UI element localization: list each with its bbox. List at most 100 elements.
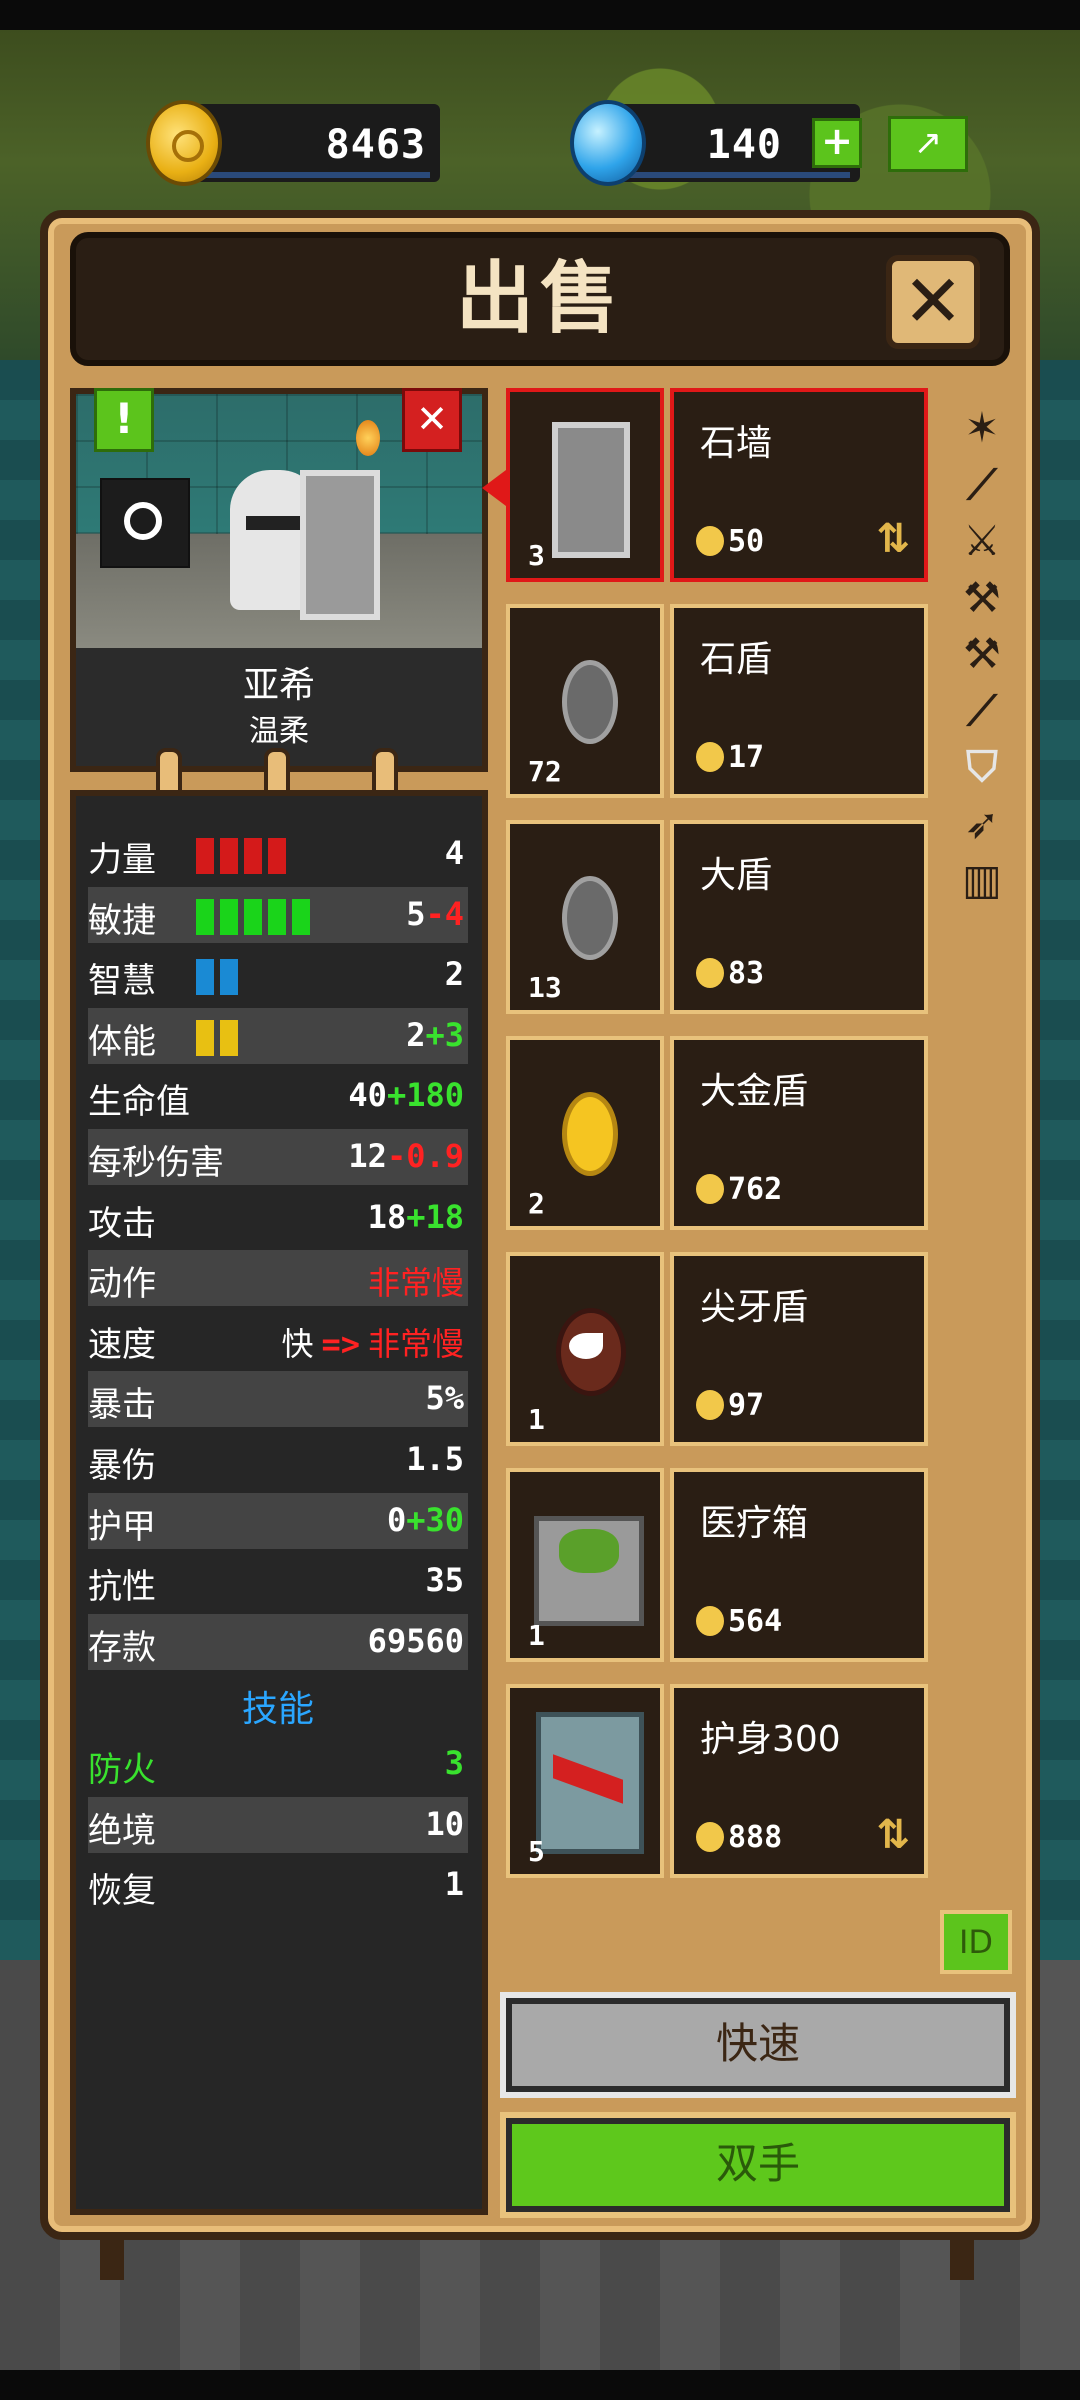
item-name: 石墙 — [700, 423, 773, 464]
item-name: 大金盾 — [700, 1071, 809, 1112]
item-price: 97 — [728, 1388, 765, 1423]
item-thumbnail[interactable]: 5 — [506, 1684, 664, 1878]
item-row[interactable]: 1 医疗箱 564 — [506, 1468, 928, 1662]
item-info[interactable]: 石墙 50 ⇅ — [670, 388, 928, 582]
item-row[interactable]: 2 大金盾 762 — [506, 1036, 928, 1230]
item-quantity: 2 — [528, 1187, 545, 1220]
item-info[interactable]: 医疗箱 564 — [670, 1468, 928, 1662]
shield-icon[interactable]: ⛉ — [956, 741, 1008, 793]
gold-shield-icon — [562, 1092, 618, 1176]
axe-icon[interactable]: ⚒ — [956, 572, 1008, 624]
stat-label: 力量 — [88, 840, 156, 880]
nav-bar-background — [0, 2370, 1080, 2400]
item-name: 石盾 — [700, 639, 773, 680]
stat-label: 暴伤 — [88, 1446, 156, 1486]
panel-leg-left — [100, 2240, 124, 2280]
stat-bar-segment — [292, 898, 310, 935]
selection-arrow — [482, 470, 506, 506]
stat-modifier: -0.9 — [386, 1137, 464, 1175]
stat-label: 体能 — [88, 1021, 156, 1062]
item-row[interactable]: 1 尖牙盾 97 — [506, 1252, 928, 1446]
item-info[interactable]: 大金盾 762 — [670, 1036, 928, 1230]
item-row[interactable]: 13 大盾 83 — [506, 820, 928, 1014]
item-row[interactable]: 5 护身300 888 ⇅ — [506, 1684, 928, 1878]
item-quantity: 3 — [528, 539, 545, 572]
stat-row: 力量 4 — [88, 826, 468, 882]
stat-bar-segment — [244, 898, 262, 935]
hammer-icon[interactable]: ⚒ — [956, 628, 1008, 680]
stat-modifier: +30 — [406, 1500, 464, 1539]
two-handed-button[interactable]: 双手 — [506, 2118, 1010, 2212]
stat-base-value: 0 — [386, 1500, 407, 1539]
stat-row: 存款 69560 — [88, 1613, 468, 1670]
item-thumbnail[interactable]: 13 — [506, 820, 664, 1014]
stat-base-value: 1.5 — [406, 1440, 464, 1478]
item-price: 50 — [728, 524, 765, 559]
stat-value: 35 — [425, 1561, 464, 1599]
stat-bar-segment — [220, 1019, 238, 1056]
stat-row: 生命值 40+180 — [88, 1068, 468, 1124]
dagger-icon[interactable]: ⟋ — [956, 459, 1008, 511]
swap-icon[interactable]: ⇅ — [876, 516, 910, 562]
skill-row[interactable]: 恢复 1 — [88, 1857, 468, 1913]
item-price: 564 — [728, 1604, 783, 1639]
item-info[interactable]: 大盾 83 — [670, 820, 928, 1014]
skill-row[interactable]: 防火 3 — [88, 1736, 468, 1792]
coin-bar: 8463 — [186, 104, 440, 182]
stat-base-value: 5 — [406, 894, 426, 933]
quick-sell-button[interactable]: 快速 — [506, 1998, 1010, 2092]
share-button[interactable]: ↗ — [888, 116, 968, 172]
add-gems-button[interactable]: + — [812, 118, 862, 168]
swap-icon[interactable]: ⇅ — [876, 1812, 910, 1858]
item-thumbnail[interactable]: 2 — [506, 1036, 664, 1230]
stat-base-value: 非常慢 — [367, 1264, 464, 1303]
stat-label: 护甲 — [88, 1506, 156, 1547]
item-quantity: 1 — [528, 1619, 545, 1652]
item-name: 医疗箱 — [700, 1503, 809, 1544]
item-row[interactable]: 3 石墙 50 ⇅ — [506, 388, 928, 582]
panel-leg-right — [950, 2240, 974, 2280]
stat-value: 12-0.9 — [348, 1137, 464, 1175]
skill-label: 恢复 — [88, 1871, 156, 1912]
alert-badge[interactable]: ! — [94, 388, 154, 452]
item-info[interactable]: 尖牙盾 97 — [670, 1252, 928, 1446]
stat-value: 5% — [425, 1379, 464, 1417]
item-row[interactable]: 72 石盾 17 — [506, 604, 928, 798]
bow-icon[interactable]: ➶ — [956, 798, 1008, 850]
item-thumbnail[interactable]: 3 — [506, 388, 664, 582]
chest-icon[interactable]: ▥ — [956, 854, 1008, 906]
stat-value: 69560 — [368, 1622, 464, 1660]
stat-label: 敏捷 — [88, 900, 156, 941]
item-thumbnail[interactable]: 1 — [506, 1468, 664, 1662]
id-toggle-button[interactable]: ID — [940, 1910, 1012, 1974]
item-thumbnail[interactable]: 1 — [506, 1252, 664, 1446]
item-info[interactable]: 护身300 888 ⇅ — [670, 1684, 928, 1878]
sword-icon[interactable]: ⚔ — [956, 515, 1008, 567]
item-info[interactable]: 石盾 17 — [670, 604, 928, 798]
crossbow-icon[interactable]: ✶ — [956, 402, 1008, 454]
skill-label: 绝境 — [88, 1810, 156, 1851]
stat-base-value: 快 — [281, 1324, 314, 1363]
close-button[interactable]: ✕ — [886, 255, 980, 349]
stat-base-value: 2 — [406, 1015, 426, 1054]
stat-label: 抗性 — [88, 1567, 156, 1608]
stat-bars — [196, 838, 292, 874]
stat-modifier: -4 — [425, 894, 464, 933]
stat-bar-segment — [220, 959, 238, 996]
stat-value: 1.5 — [406, 1440, 464, 1478]
item-thumbnail[interactable]: 72 — [506, 604, 664, 798]
spear-icon[interactable]: ⟋ — [956, 685, 1008, 737]
coin-amount: 8463 — [325, 122, 426, 168]
item-name: 大盾 — [700, 855, 773, 896]
dismiss-hero-button[interactable]: ✕ — [402, 388, 462, 452]
skill-row[interactable]: 绝境 10 — [88, 1796, 468, 1853]
coin-icon — [696, 958, 724, 988]
coin-icon — [696, 742, 724, 772]
stat-bars — [196, 1019, 244, 1056]
stat-value: 40+180 — [348, 1076, 464, 1114]
stat-row: 动作 非常慢 — [88, 1250, 468, 1307]
stat-modifier: +18 — [406, 1197, 464, 1236]
item-price: 17 — [728, 740, 765, 775]
skill-label: 防火 — [88, 1750, 156, 1790]
hero-class-icon — [100, 478, 190, 568]
